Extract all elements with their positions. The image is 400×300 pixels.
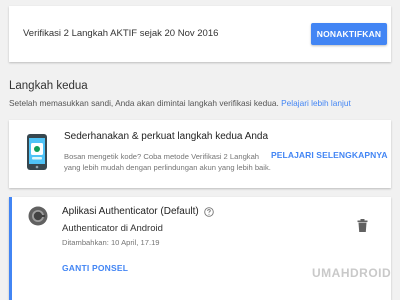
change-phone-button[interactable]: GANTI PONSEL: [62, 263, 128, 273]
promo-description: Bosan mengetik kode? Coba metode Verifik…: [64, 152, 271, 172]
trash-icon[interactable]: [357, 219, 368, 232]
authenticator-title: Aplikasi Authenticator (Default): [62, 206, 214, 217]
authenticator-title-text: Aplikasi Authenticator (Default): [62, 206, 199, 217]
status-card: Verifikasi 2 Langkah AKTIF sejak 20 Nov …: [9, 6, 391, 62]
watermark: UMAHDROID: [312, 266, 392, 280]
authenticator-logo-icon: [28, 206, 48, 226]
section-title: Langkah kedua: [9, 80, 88, 92]
promo-title: Sederhanakan & perkuat langkah kedua And…: [64, 131, 269, 142]
phone-prompt-icon: [27, 134, 47, 170]
authenticator-card: Aplikasi Authenticator (Default) Authent…: [9, 197, 391, 300]
help-icon[interactable]: [203, 206, 214, 217]
promo-card: Sederhanakan & perkuat langkah kedua And…: [9, 120, 391, 188]
authenticator-added-date: Ditambahkan: 10 April, 17.19: [62, 238, 160, 247]
learn-more-button[interactable]: PELAJARI SELENGKAPNYA: [271, 150, 388, 160]
authenticator-device: Authenticator di Android: [62, 223, 163, 234]
learn-more-link[interactable]: Pelajari lebih lanjut: [281, 98, 351, 108]
section-description-text: Setelah memasukkan sandi, Anda akan dimi…: [9, 98, 279, 108]
status-text: Verifikasi 2 Langkah AKTIF sejak 20 Nov …: [23, 28, 219, 39]
section-description: Setelah memasukkan sandi, Anda akan dimi…: [9, 98, 351, 108]
disable-button[interactable]: NONAKTIFKAN: [311, 23, 387, 45]
